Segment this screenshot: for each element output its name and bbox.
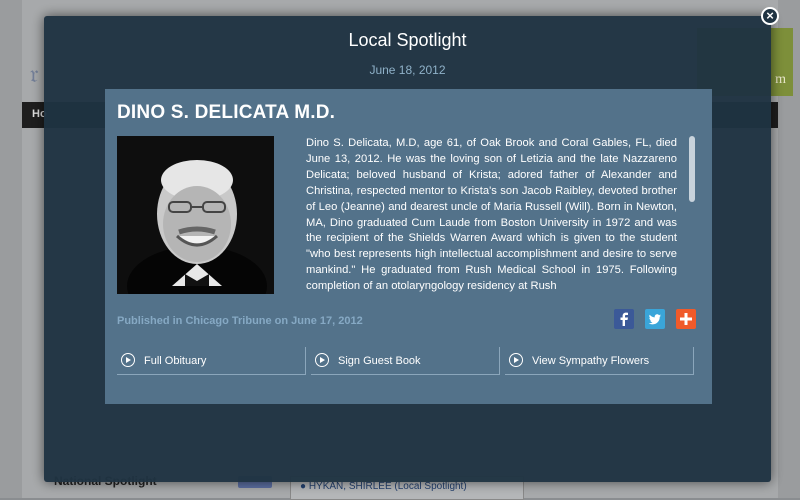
obituary-scrollbar[interactable] (688, 136, 696, 294)
portrait-photo (117, 136, 274, 294)
facebook-icon[interactable] (614, 309, 634, 329)
twitter-icon[interactable] (645, 309, 665, 329)
modal-title: Local Spotlight (348, 30, 467, 50)
play-circle-icon (509, 353, 523, 367)
play-circle-icon (315, 353, 329, 367)
modal-date: June 18, 2012 (369, 63, 446, 77)
close-icon[interactable]: × (761, 7, 779, 25)
view-sympathy-flowers-label: View Sympathy Flowers (532, 355, 650, 367)
action-bar: Full Obituary Sign Guest Book View Sympa… (117, 347, 695, 375)
obituary-text: Dino S. Delicata, M.D, age 61, of Oak Br… (306, 137, 677, 293)
published-line: Published in Chicago Tribune on June 17,… (117, 315, 363, 327)
scrollbar-thumb[interactable] (689, 136, 695, 202)
full-obituary-label: Full Obituary (144, 355, 207, 367)
share-plus-icon[interactable] (676, 309, 696, 329)
full-obituary-button[interactable]: Full Obituary (117, 347, 306, 375)
play-circle-icon (121, 353, 135, 367)
view-sympathy-flowers-button[interactable]: View Sympathy Flowers (505, 347, 694, 375)
sign-guest-book-label: Sign Guest Book (338, 355, 421, 367)
obituary-name: DINO S. DELICATA M.D. (117, 102, 336, 123)
sign-guest-book-button[interactable]: Sign Guest Book (311, 347, 500, 375)
newspaper-logo: 𝔯 (30, 62, 39, 88)
spotlight-list-item: ● HYKAN, SHIRLEE (Local Spotlight) (300, 481, 467, 492)
background-ad-text: m (775, 72, 786, 87)
